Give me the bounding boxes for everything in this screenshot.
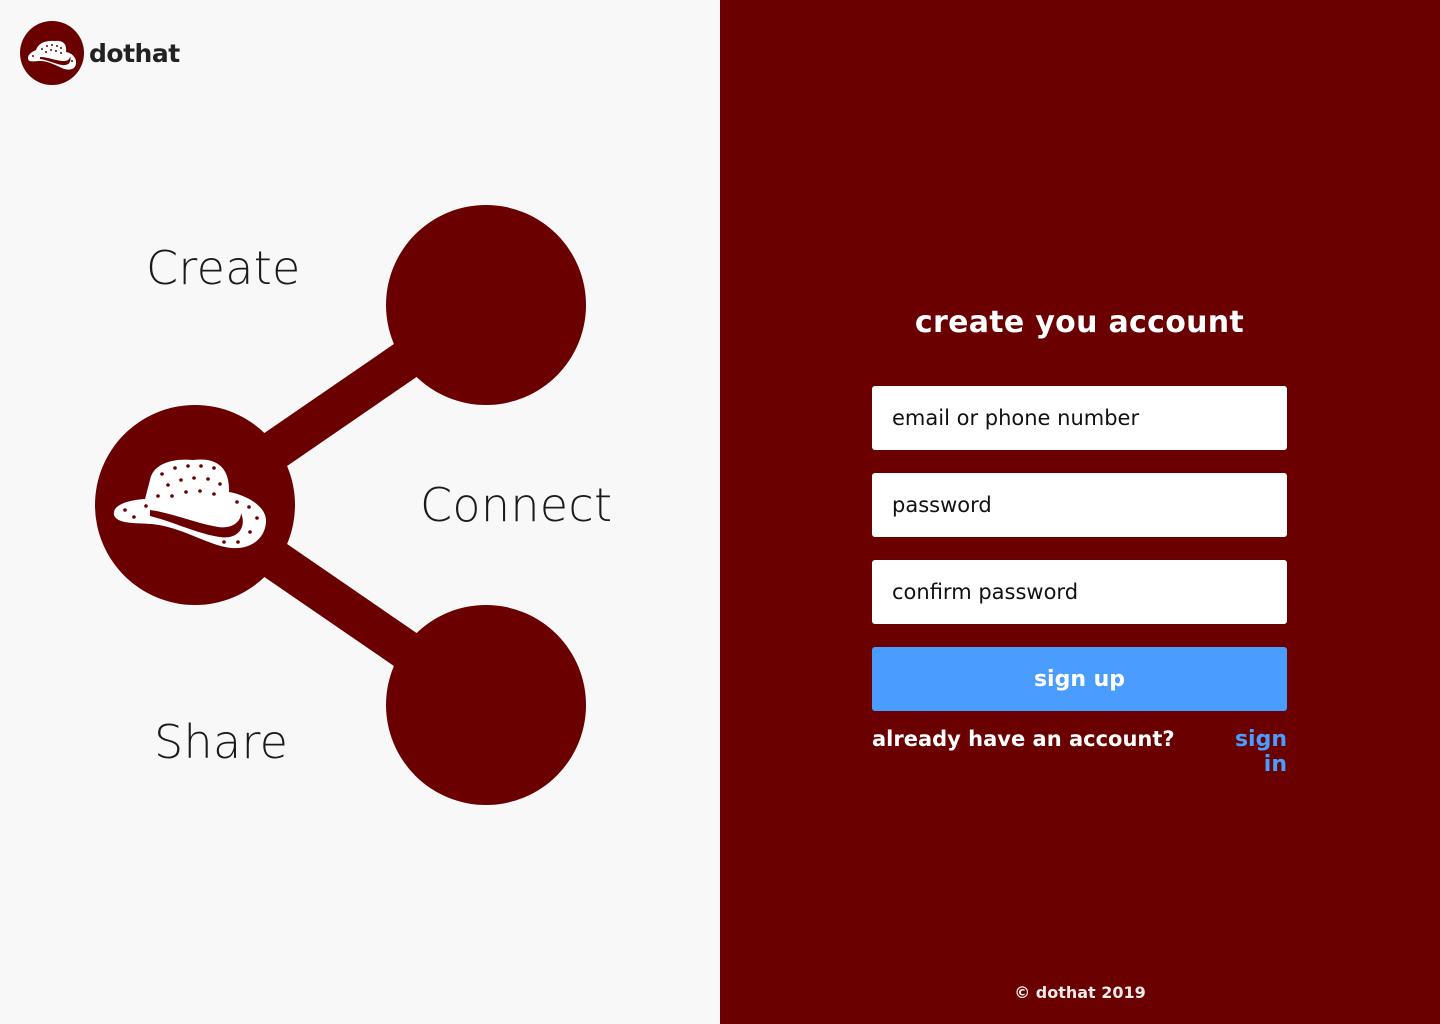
hero-panel: dothat Create Connect Share bbox=[0, 0, 720, 1024]
sign-in-link[interactable]: sign in bbox=[1212, 727, 1287, 777]
already-account-text: already have an account? bbox=[872, 727, 1175, 751]
create-label: Create bbox=[146, 241, 301, 295]
signup-page: dothat Create Connect Share create you a… bbox=[0, 0, 1440, 1024]
form-title: create you account bbox=[914, 305, 1245, 340]
node-bottom bbox=[386, 605, 586, 805]
connect-label: Connect bbox=[420, 478, 613, 532]
share-label: Share bbox=[154, 715, 289, 769]
sign-up-button[interactable]: sign up bbox=[872, 647, 1287, 711]
confirm-password-field[interactable] bbox=[872, 560, 1287, 624]
email-field[interactable] bbox=[872, 386, 1287, 450]
copyright-footer: © dothat 2019 bbox=[1014, 983, 1146, 1002]
password-field[interactable] bbox=[872, 473, 1287, 537]
node-top bbox=[386, 205, 586, 405]
